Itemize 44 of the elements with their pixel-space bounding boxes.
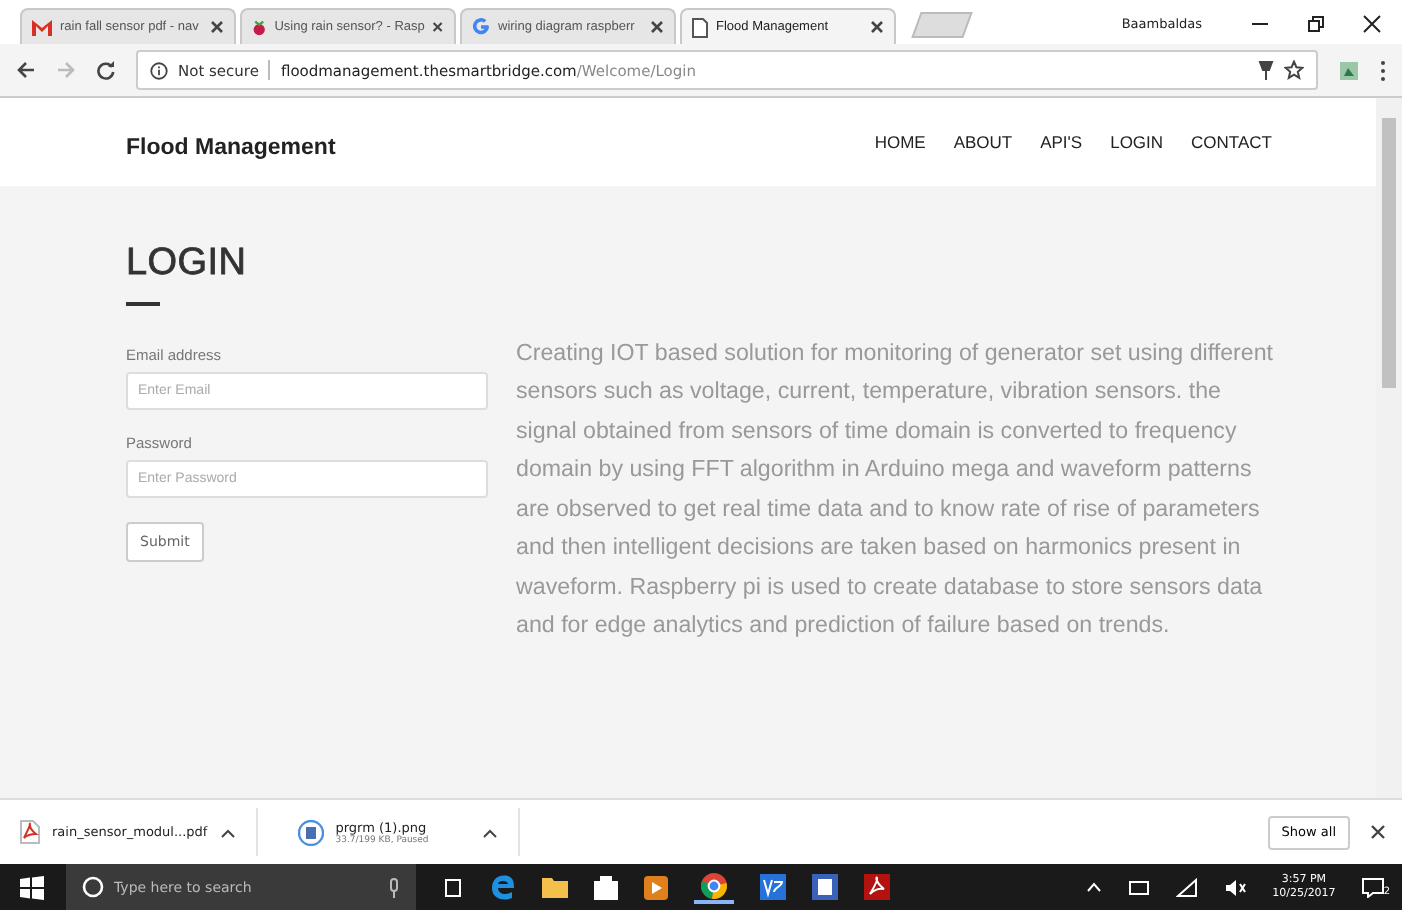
close-icon[interactable]: [650, 20, 664, 34]
extension-icon[interactable]: [1338, 59, 1360, 81]
reload-icon[interactable]: [96, 60, 116, 80]
pdf-icon: [20, 820, 40, 844]
file-icon: [297, 819, 324, 845]
info-icon: [150, 61, 168, 79]
berry-icon: [252, 17, 267, 37]
close-icon[interactable]: [1370, 824, 1386, 840]
restore-icon[interactable]: [1306, 14, 1326, 34]
back-icon[interactable]: [16, 60, 36, 80]
description-text: Creating IOT based solution for monitoring of generator set using different sensors such as voltage, current, temperature, vibration sensors. the signal obtained from sensors of time domain is converted to frequency domain by using FFT algorithm in Arduino mega and waveform patterns are observed to get real time data and to know rate of rise of parameters and then intelligent decisions are taken based on harmonics present in waveform. Raspberry pi is used to create database to store sensors data and for edge analytics and prediction of failure based on trends.: [516, 337, 1276, 642]
speaker-icon[interactable]: [1224, 877, 1247, 897]
close-icon[interactable]: [432, 20, 444, 34]
menu-icon[interactable]: [1380, 59, 1386, 81]
search-icon: [82, 876, 104, 898]
microphone-icon[interactable]: [388, 877, 400, 897]
app-icon[interactable]: [760, 874, 786, 900]
close-icon[interactable]: [1362, 14, 1382, 34]
close-icon[interactable]: [210, 20, 224, 34]
chrome-icon[interactable]: [694, 871, 734, 903]
caret-icon[interactable]: [481, 827, 498, 837]
nav-link[interactable]: LOGIN: [1110, 132, 1164, 152]
pdf-icon[interactable]: [864, 874, 890, 900]
nav-link[interactable]: ABOUT: [953, 132, 1013, 152]
star-icon[interactable]: [1284, 60, 1304, 80]
mail-icon: [32, 19, 52, 35]
scrollbar[interactable]: [1376, 98, 1402, 798]
site-brand[interactable]: Flood Management: [126, 136, 336, 160]
caret-icon[interactable]: [219, 827, 236, 837]
page-icon: [692, 17, 708, 37]
task-view-icon[interactable]: [442, 877, 464, 897]
nav-link[interactable]: CONTACT: [1191, 132, 1272, 152]
document-icon[interactable]: [812, 874, 838, 900]
media-icon[interactable]: [644, 875, 668, 899]
google-icon: [472, 18, 490, 36]
windows-icon[interactable]: [20, 875, 44, 899]
edge-icon[interactable]: [490, 874, 516, 900]
close-icon[interactable]: [870, 20, 884, 34]
pin-icon[interactable]: [1258, 60, 1274, 80]
store-icon[interactable]: [594, 874, 618, 900]
nav-link[interactable]: HOME: [874, 132, 926, 152]
page-heading: LOGIN: [126, 242, 249, 286]
nav-link[interactable]: API'S: [1040, 132, 1083, 152]
folder-icon[interactable]: [542, 876, 568, 898]
